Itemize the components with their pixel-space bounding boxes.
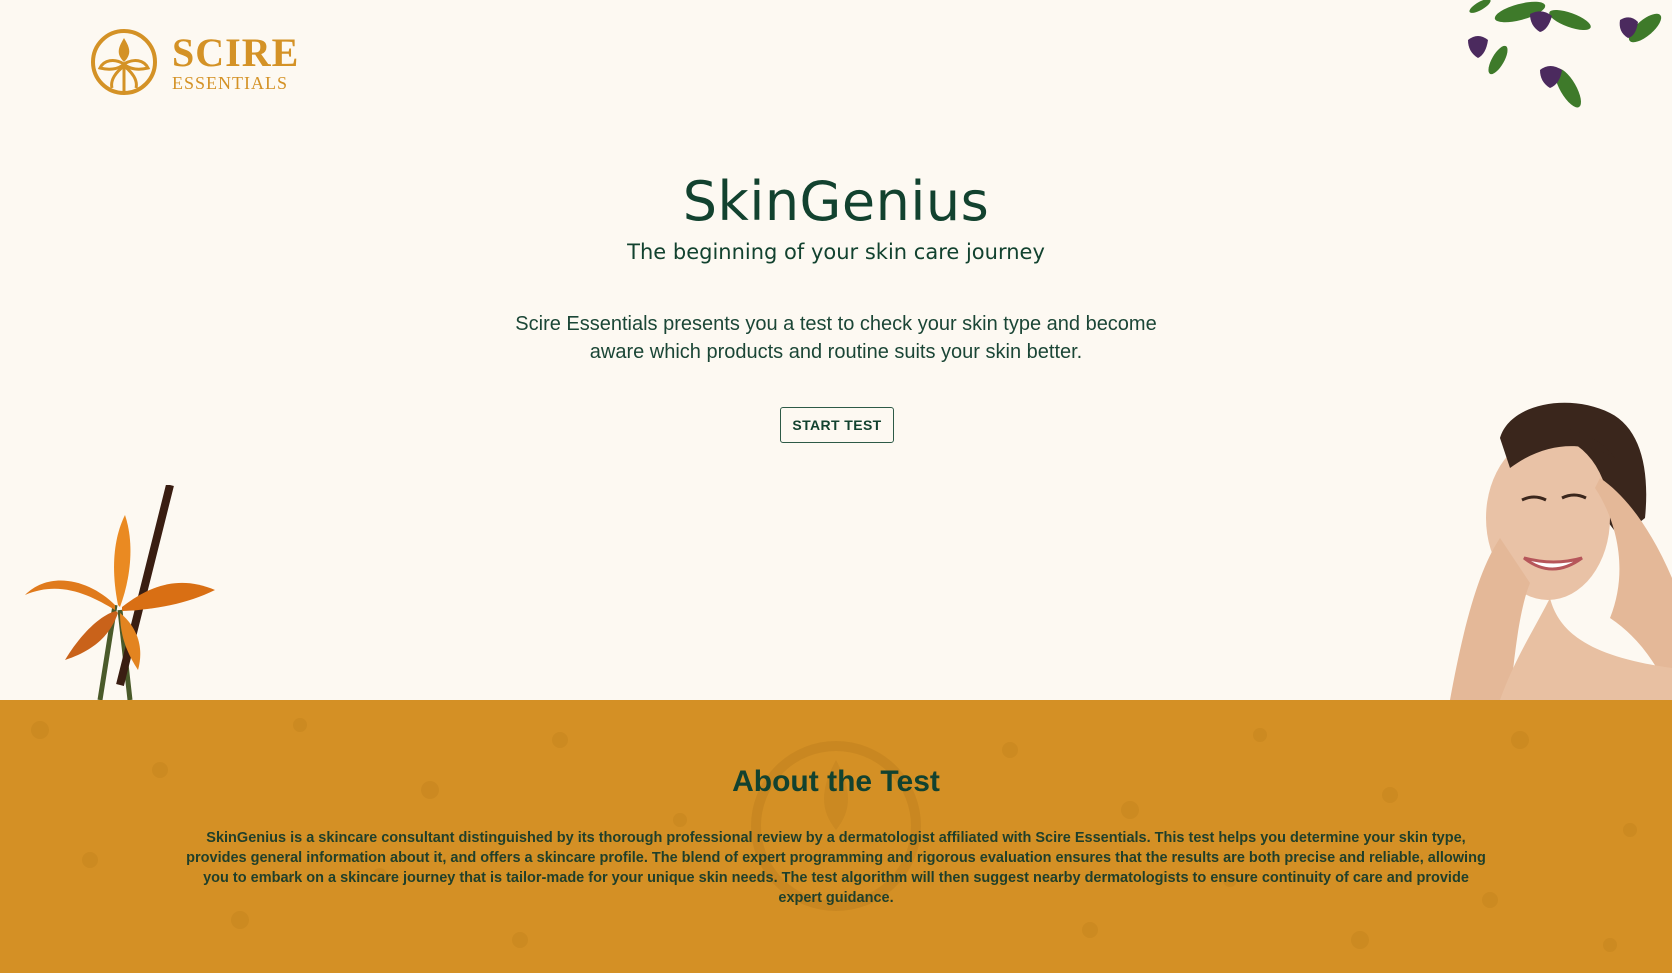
violet-flowers-image (1468, 0, 1662, 108)
page-subtitle: The beginning of your skin care journey (627, 240, 1045, 264)
scire-logo-icon (91, 29, 157, 95)
lily-flower-image (25, 485, 215, 700)
brand-name: SCIRE (172, 29, 300, 75)
intro-text: Scire Essentials presents you a test to … (515, 313, 1157, 363)
woman-portrait-image (1450, 402, 1672, 700)
brand-logo[interactable]: SCIRE ESSENTIALS (90, 28, 299, 96)
about-title: About the Test (732, 765, 940, 798)
brand-subname: ESSENTIALS (172, 72, 289, 93)
start-test-button[interactable]: START TEST (780, 407, 894, 443)
about-section: About the Test SkinGenius is a skincare … (0, 700, 1672, 973)
about-description: SkinGenius is a skincare consultant dist… (186, 830, 1486, 906)
page-title: SkinGenius (682, 170, 990, 233)
